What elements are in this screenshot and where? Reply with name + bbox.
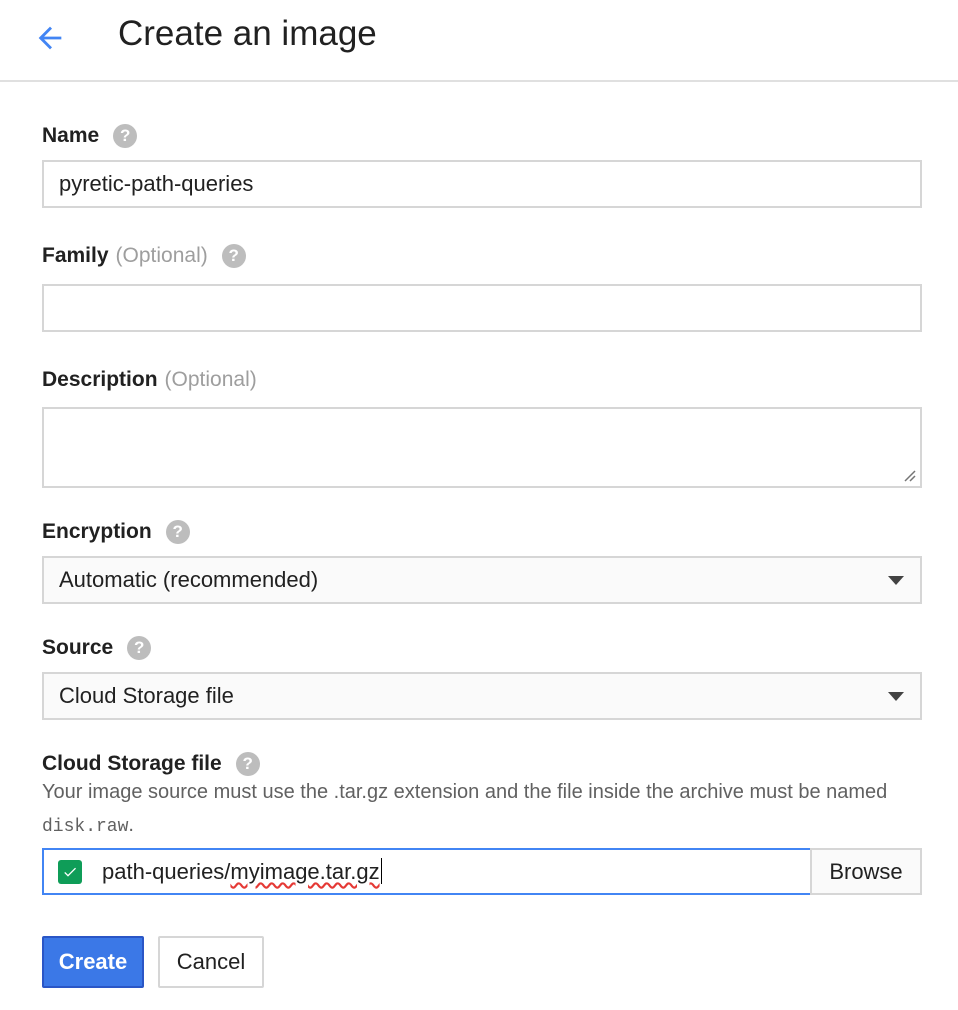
back-button[interactable] [30,18,70,58]
family-label: Family [42,244,109,267]
source-help-icon[interactable]: ? [127,636,152,660]
cloud-storage-label-row: Cloud Storage file ? [42,750,260,778]
browse-button[interactable]: Browse [810,848,922,895]
name-help-icon[interactable]: ? [113,124,138,148]
dropdown-arrow-icon [888,692,904,701]
name-label-row: Name ? [42,122,138,150]
file-path-value: path-queries/myimage.tar.gz [102,858,383,885]
family-input[interactable] [42,284,922,332]
page-title: Create an image [118,14,377,53]
check-icon [58,859,82,884]
source-label-row: Source ? [42,634,152,662]
cloud-storage-file-input[interactable]: path-queries/myimage.tar.gz [42,848,812,895]
file-path-prefix: path-queries/ [102,859,231,884]
cloud-storage-helper-text: Your image source must use the .tar.gz e… [42,776,922,844]
arrow-back-icon [38,26,62,50]
description-label-row: Description (Optional) [42,366,257,394]
encryption-select[interactable]: Automatic (recommended) [42,556,922,604]
cloud-storage-label: Cloud Storage file [42,752,222,775]
dropdown-arrow-icon [888,576,904,585]
create-button[interactable]: Create [42,936,144,988]
helper-text-before: Your image source must use the .tar.gz e… [42,781,888,803]
description-optional-label: (Optional) [164,368,257,391]
family-label-row: Family (Optional) ? [42,242,246,270]
file-path-filename: myimage.tar.gz [230,859,380,884]
name-input[interactable]: pyretic-path-queries [42,160,922,208]
helper-text-after: . [128,814,134,836]
description-textarea[interactable] [42,407,922,488]
resize-grip-icon[interactable] [902,468,916,482]
page-header: Create an image [0,0,958,82]
encryption-label-row: Encryption ? [42,518,190,546]
description-label: Description [42,368,158,391]
family-help-icon[interactable]: ? [221,244,246,268]
text-caret [380,858,383,884]
cloud-storage-help-icon[interactable]: ? [235,752,260,776]
encryption-selected-value: Automatic (recommended) [59,567,319,592]
cancel-button[interactable]: Cancel [158,936,264,988]
helper-code: disk.raw [42,817,129,837]
encryption-help-icon[interactable]: ? [165,520,190,544]
source-label: Source [42,636,114,659]
encryption-label: Encryption [42,520,152,543]
source-select[interactable]: Cloud Storage file [42,672,922,720]
name-input-value: pyretic-path-queries [59,171,254,196]
source-selected-value: Cloud Storage file [59,683,234,708]
name-label: Name [42,124,100,147]
family-optional-label: (Optional) [115,244,208,267]
